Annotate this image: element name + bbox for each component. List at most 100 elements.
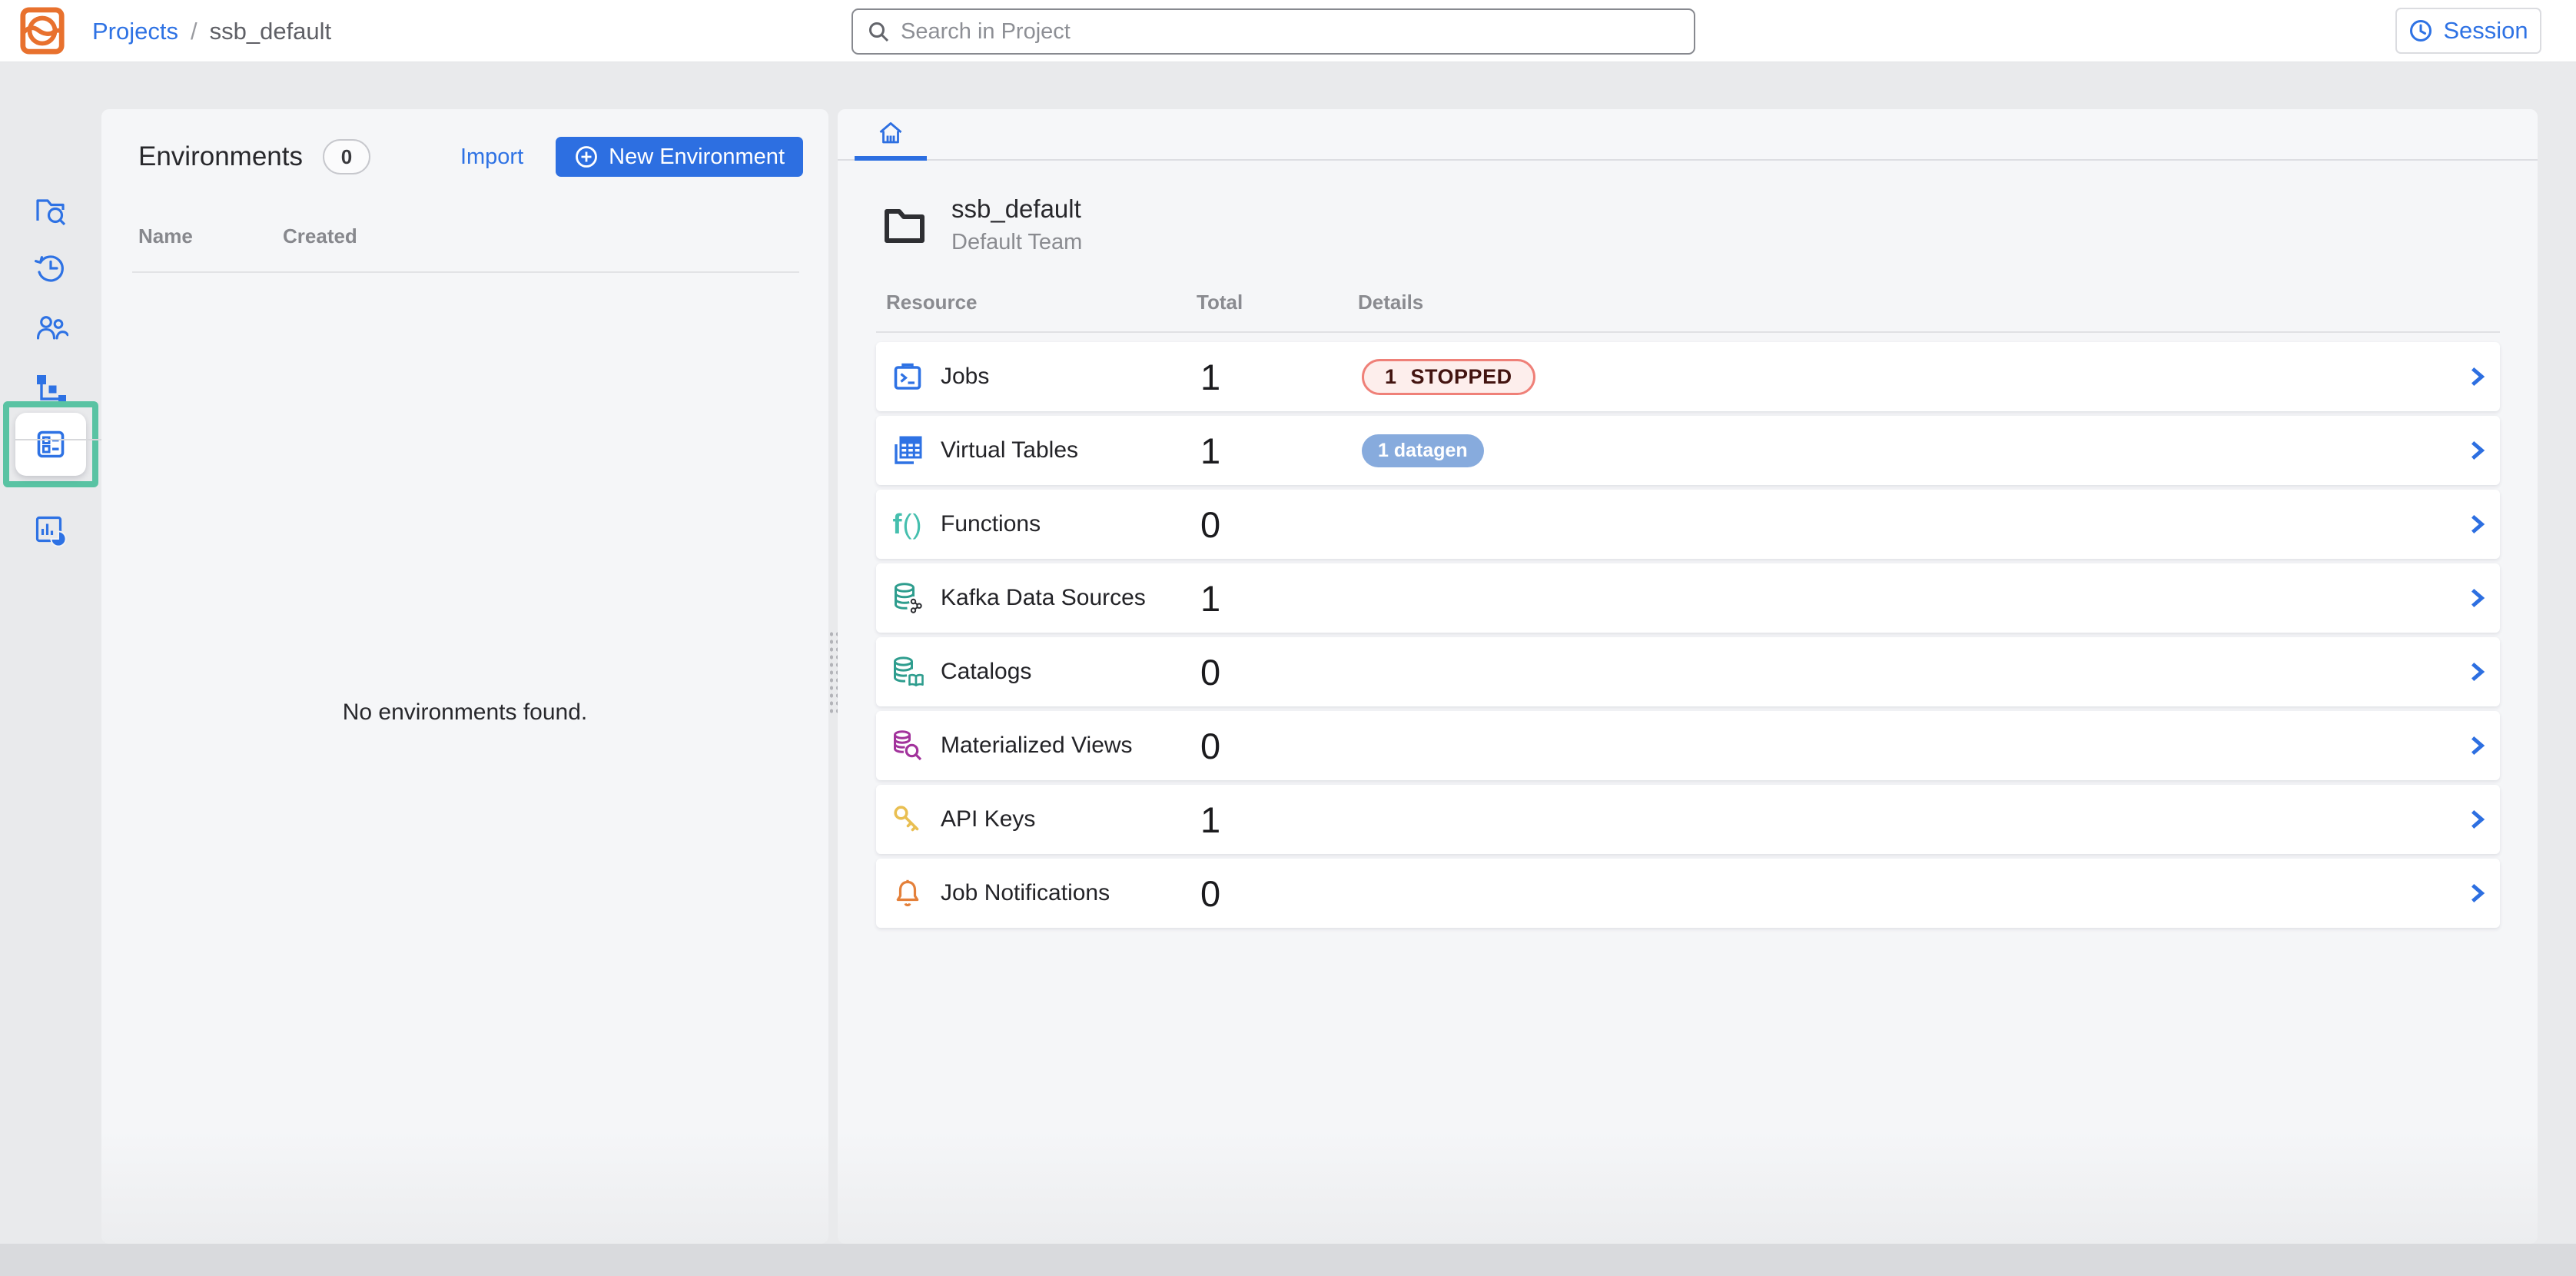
page-bottom-strip (0, 1244, 2576, 1276)
resource-table-headers: Resource Total Details (876, 291, 2500, 314)
environments-column-headers: Name Created (138, 224, 828, 248)
project-search[interactable] (851, 8, 1695, 55)
resource-name: Jobs (941, 364, 989, 390)
resource-total: 0 (1200, 725, 1362, 767)
catalogs-icon (890, 654, 925, 690)
resource-name: Catalogs (941, 659, 1031, 685)
chevron-right-icon[interactable] (2454, 586, 2500, 610)
sidebar-divider (15, 439, 106, 440)
chevron-right-icon[interactable] (2454, 808, 2500, 831)
resource-row-materialized-views[interactable]: Materialized Views 0 (876, 711, 2500, 780)
environments-title: Environments (138, 141, 303, 172)
breadcrumb-current-project: ssb_default (210, 18, 332, 45)
column-header-resource: Resource (886, 291, 1197, 314)
active-item-highlight (3, 401, 98, 487)
resource-row-api-keys[interactable]: API Keys 1 (876, 785, 2500, 854)
resource-total: 0 (1200, 872, 1362, 915)
clock-icon (2408, 18, 2433, 43)
import-link[interactable]: Import (460, 145, 523, 170)
resource-row-kafka-data-sources[interactable]: Kafka Data Sources 1 (876, 563, 2500, 633)
search-input[interactable] (901, 19, 1680, 45)
environments-header: Environments 0 Import New Environment (138, 135, 803, 178)
chevron-right-icon[interactable] (2454, 734, 2500, 757)
new-environment-label: New Environment (609, 145, 785, 170)
top-bar: Projects / ssb_default Session (0, 0, 2576, 62)
search-icon (867, 20, 890, 43)
functions-icon: f() (890, 507, 925, 542)
column-header-details: Details (1358, 291, 2454, 314)
resource-details: 1 datagen (1362, 434, 2454, 467)
sidebar-item-environments[interactable] (0, 401, 101, 487)
detail-badge: 1 datagen (1362, 434, 1484, 467)
session-label: Session (2443, 17, 2528, 45)
column-header-name: Name (138, 224, 283, 248)
sidebar-item-history[interactable] (0, 242, 101, 293)
virtual-tables-icon (890, 433, 925, 468)
chevron-right-icon[interactable] (2454, 365, 2500, 388)
resource-name: API Keys (941, 806, 1035, 832)
active-item-tile (15, 413, 86, 476)
sidebar-item-users[interactable] (0, 303, 101, 354)
breadcrumb: Projects / ssb_default (92, 0, 331, 62)
chevron-right-icon[interactable] (2454, 882, 2500, 905)
chevron-right-icon[interactable] (2454, 660, 2500, 683)
resource-name: Virtual Tables (941, 437, 1078, 464)
environments-icon (33, 427, 68, 462)
resource-total: 0 (1200, 503, 1362, 546)
resource-name: Functions (941, 511, 1041, 537)
resource-total: 1 (1200, 577, 1362, 620)
environments-count-badge: 0 (323, 139, 370, 174)
environments-empty-message: No environments found. (101, 699, 828, 726)
chevron-right-icon[interactable] (2454, 439, 2500, 462)
resource-name: Kafka Data Sources (941, 585, 1146, 611)
job-notifications-icon (890, 876, 925, 911)
resource-row-functions[interactable]: f() Functions 0 (876, 490, 2500, 559)
sidebar (0, 62, 101, 1276)
folder-search-icon (33, 194, 68, 229)
app-page: Projects / ssb_default Session (0, 0, 2576, 1276)
environments-header-divider (132, 271, 799, 273)
column-header-total: Total (1197, 291, 1358, 314)
resource-row-job-notifications[interactable]: Job Notifications 0 (876, 859, 2500, 928)
session-button[interactable]: Session (2395, 8, 2541, 54)
jobs-icon (890, 359, 925, 394)
monitoring-icon (33, 513, 68, 549)
resource-total: 0 (1200, 651, 1362, 693)
breadcrumb-separator: / (191, 18, 198, 45)
resource-row-virtual-tables[interactable]: Virtual Tables 11 datagen (876, 416, 2500, 485)
resource-table: Resource Total Details Jobs11STOPPEDVirt… (876, 291, 2500, 928)
resource-total: 1 (1200, 356, 1362, 398)
history-icon (33, 250, 68, 285)
plus-circle-icon (574, 145, 599, 169)
project-header: ssb_default Default Team (881, 194, 2538, 255)
status-badge-stopped: 1STOPPED (1362, 359, 1535, 395)
resource-total: 1 (1200, 430, 1362, 472)
new-environment-button[interactable]: New Environment (556, 137, 803, 177)
resource-name: Job Notifications (941, 880, 1110, 906)
tab-bar (838, 109, 2538, 161)
resource-details: 1STOPPED (1362, 359, 2454, 395)
resource-rows: Jobs11STOPPEDVirtual Tables11 datagenf()… (876, 342, 2500, 928)
kafka-icon (890, 580, 925, 616)
chevron-right-icon[interactable] (2454, 513, 2500, 536)
home-icon (875, 119, 906, 150)
project-name: ssb_default (951, 194, 1082, 224)
sidebar-item-explorer[interactable] (0, 186, 101, 237)
resource-total: 1 (1200, 799, 1362, 841)
folder-icon (881, 204, 928, 247)
tab-home[interactable] (855, 109, 927, 159)
resource-row-jobs[interactable]: Jobs 11STOPPED (876, 342, 2500, 411)
ssb-logo-icon[interactable] (18, 7, 66, 55)
resource-row-catalogs[interactable]: Catalogs 0 (876, 637, 2500, 706)
column-header-created: Created (283, 224, 357, 248)
users-icon (33, 311, 68, 346)
resource-name: Materialized Views (941, 733, 1133, 759)
sidebar-item-monitoring[interactable] (0, 506, 101, 557)
materialized-views-icon (890, 728, 925, 763)
project-team: Default Team (951, 230, 1082, 255)
project-overview-panel: ssb_default Default Team Resource Total … (838, 109, 2538, 1244)
api-keys-icon (890, 802, 925, 837)
environments-panel: Environments 0 Import New Environment Na… (101, 109, 828, 1244)
resource-table-divider (876, 331, 2500, 333)
breadcrumb-projects-link[interactable]: Projects (92, 18, 178, 45)
